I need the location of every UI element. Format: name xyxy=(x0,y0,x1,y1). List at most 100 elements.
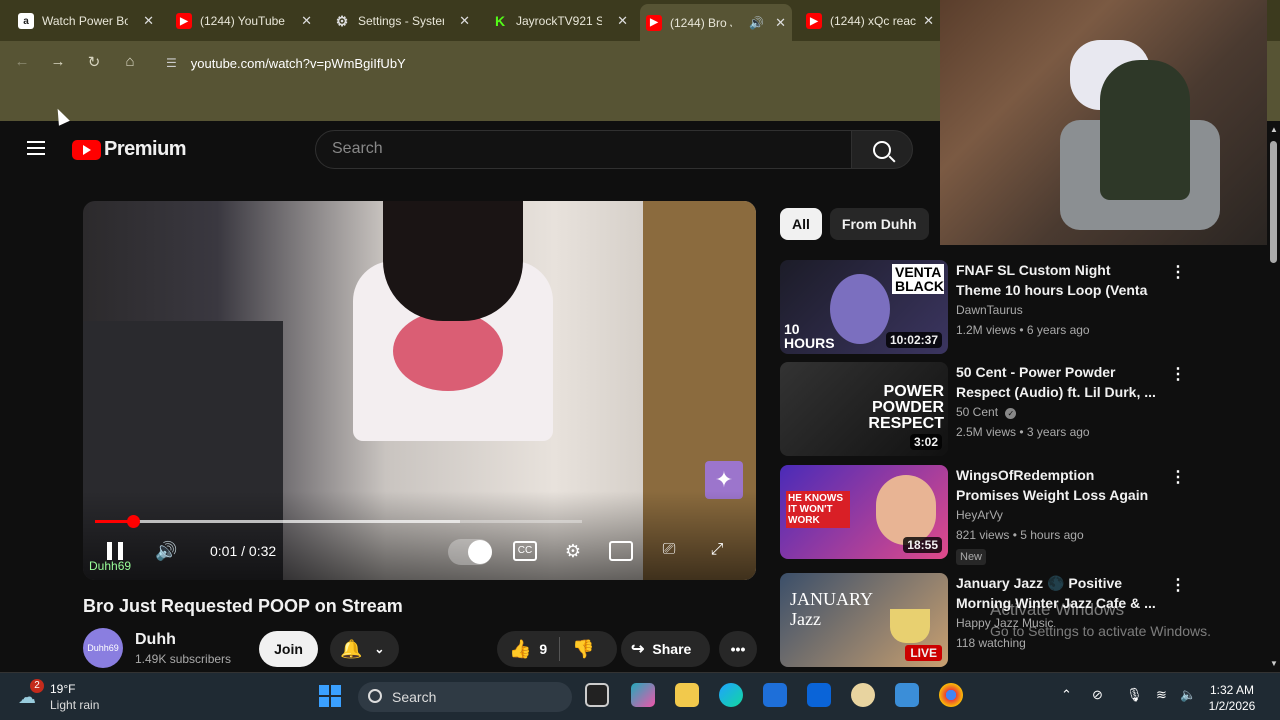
verified-icon: ✓ xyxy=(1005,408,1017,419)
forward-arrow-icon[interactable]: → xyxy=(46,53,70,73)
tab-title: Settings - Syster xyxy=(358,14,444,28)
recommendation-channel[interactable]: HeyArVy xyxy=(956,508,1003,522)
network-off-icon[interactable]: ⊘ xyxy=(1092,687,1103,703)
tab-youtube[interactable]: ▶ (1244) YouTube ✕ xyxy=(170,7,318,35)
microphone-icon[interactable]: 🎙 xyxy=(1126,687,1143,703)
outlook-icon[interactable] xyxy=(807,683,831,707)
tab-settings[interactable]: ⚙ Settings - Syster ✕ xyxy=(328,7,476,35)
close-icon[interactable]: ✕ xyxy=(923,13,934,29)
volume-icon[interactable]: 🔈 xyxy=(1180,687,1196,703)
pause-icon[interactable] xyxy=(107,542,123,560)
controls-gradient xyxy=(83,491,756,580)
chip-all[interactable]: All xyxy=(780,208,822,240)
duration-badge: 18:55 xyxy=(903,537,942,553)
thumbs-down-icon[interactable]: 👎 xyxy=(572,639,594,660)
wifi-icon[interactable]: ≋ xyxy=(1156,687,1167,703)
close-icon[interactable]: ✕ xyxy=(459,13,470,29)
cast-icon[interactable]: ⎚ xyxy=(657,541,681,561)
recommendation-title[interactable]: WingsOfRedemption Promises Weight Loss A… xyxy=(956,465,1156,505)
gear-icon: ⚙ xyxy=(335,12,349,29)
app-icon[interactable] xyxy=(895,683,919,707)
recommendation-title[interactable]: 50 Cent - Power Powder Respect (Audio) f… xyxy=(956,362,1156,402)
channel-name[interactable]: Duhh xyxy=(135,631,176,649)
recommendation-item[interactable]: HE KNOWS IT WON'T WORK 18:55 WingsOfRede… xyxy=(780,465,1186,565)
recommendation-channel[interactable]: 50 Cent ✓ xyxy=(956,405,1017,419)
fullscreen-icon[interactable]: ⤢ xyxy=(705,541,729,561)
recommendation-meta: 1.2M views • 6 years ago xyxy=(956,323,1090,337)
video-thumbnail[interactable]: VENTA BLACK 10 HOURS 10:02:37 xyxy=(780,260,948,354)
video-player[interactable]: ✦ 🔊 0:01 / 0:32 CC ⚙ ⎚ ⤢ Duhh69 xyxy=(83,201,756,580)
kebab-menu-icon[interactable]: ⋮ xyxy=(1170,467,1186,487)
scroll-down-icon[interactable]: ▼ xyxy=(1270,659,1278,668)
url-bar[interactable]: ☰ youtube.com/watch?v=pWmBgiIfUbY xyxy=(158,49,938,77)
youtube-premium-logo[interactable]: Premium xyxy=(72,138,187,161)
captions-icon[interactable]: CC xyxy=(513,541,537,561)
video-thumbnail[interactable]: POWER POWDER RESPECT 3:02 xyxy=(780,362,948,456)
chrome-icon[interactable] xyxy=(939,683,963,707)
theater-mode-icon[interactable] xyxy=(609,541,633,561)
weather-widget[interactable]: ☁ 2 19°F Light rain xyxy=(18,679,128,713)
recommendation-meta: 821 views • 5 hours ago xyxy=(956,528,1084,542)
scrollbar-thumb[interactable] xyxy=(1270,141,1277,263)
tab-xqc[interactable]: ▶ (1244) xQc react ✕ xyxy=(800,7,940,35)
recommendation-item[interactable]: VENTA BLACK 10 HOURS 10:02:37 FNAF SL Cu… xyxy=(780,260,1186,360)
scrubber-handle[interactable] xyxy=(127,515,140,528)
recommendation-channel[interactable]: DawnTaurus xyxy=(956,303,1023,317)
video-thumbnail[interactable]: HE KNOWS IT WON'T WORK 18:55 xyxy=(780,465,948,559)
chip-from-duhh[interactable]: From Duhh xyxy=(829,208,929,240)
chevron-up-icon[interactable]: ⌃ xyxy=(1061,687,1072,703)
kebab-menu-icon[interactable]: ⋮ xyxy=(1170,262,1186,282)
system-clock[interactable]: 1:32 AM 1/2/2026 xyxy=(1202,682,1262,714)
channel-avatar[interactable]: Duhh69 xyxy=(83,628,123,668)
amazon-icon: a xyxy=(18,13,34,29)
youtube-logo-icon xyxy=(72,139,101,160)
home-icon[interactable]: ⌂ xyxy=(118,53,142,73)
taskbar-search[interactable]: Search xyxy=(358,682,572,712)
like-dislike-group: 👍 9 👎 xyxy=(497,631,617,667)
reload-icon[interactable]: ↻ xyxy=(82,53,106,73)
close-icon[interactable]: ✕ xyxy=(143,13,154,29)
recommendation-title[interactable]: FNAF SL Custom Night Theme 10 hours Loop… xyxy=(956,260,1156,300)
search-button[interactable] xyxy=(851,130,913,169)
file-explorer-icon[interactable] xyxy=(675,683,699,707)
edge-icon[interactable] xyxy=(719,683,743,707)
speaker-icon[interactable]: 🔊 xyxy=(749,16,764,30)
store-icon[interactable] xyxy=(763,683,787,707)
more-actions-icon[interactable]: ••• xyxy=(719,631,757,667)
kebab-menu-icon[interactable]: ⋮ xyxy=(1170,575,1186,595)
settings-gear-icon[interactable]: ⚙ xyxy=(561,541,585,561)
thumb-text: VENTA BLACK xyxy=(892,264,944,294)
thumbs-up-icon[interactable]: 👍 xyxy=(509,639,531,660)
close-icon[interactable]: ✕ xyxy=(617,13,628,29)
scroll-up-icon[interactable]: ▲ xyxy=(1270,125,1278,134)
tab-bro-just[interactable]: ▶ (1244) Bro Ju 🔊 ✕ xyxy=(640,4,792,41)
weather-condition: Light rain xyxy=(50,698,100,712)
back-arrow-icon[interactable]: ← xyxy=(10,53,34,73)
windows-start-icon[interactable] xyxy=(319,685,341,707)
share-button[interactable]: ↪ Share xyxy=(621,631,710,667)
tab-kick[interactable]: K JayrockTV921 S ✕ xyxy=(486,7,634,35)
m365-icon[interactable] xyxy=(631,683,655,707)
notification-bell-button[interactable]: 🔔 ⌄ xyxy=(330,631,399,667)
bell-icon: 🔔 xyxy=(340,638,363,659)
search-input[interactable]: Search xyxy=(315,130,852,169)
recommendation-item[interactable]: POWER POWDER RESPECT 3:02 50 Cent - Powe… xyxy=(780,362,1186,462)
join-button[interactable]: Join xyxy=(259,631,318,667)
youtube-icon: ▶ xyxy=(646,14,662,31)
autoplay-toggle[interactable] xyxy=(448,539,492,565)
tab-watch-power[interactable]: a Watch Power Bo ✕ xyxy=(12,7,160,35)
close-icon[interactable]: ✕ xyxy=(301,13,312,29)
channel-label: 50 Cent xyxy=(956,405,999,419)
app-icon[interactable] xyxy=(851,683,875,707)
webcam-overlay xyxy=(940,0,1267,245)
tab-title: (1244) Bro Ju xyxy=(670,15,732,30)
hamburger-menu-icon[interactable] xyxy=(27,141,45,155)
task-view-icon[interactable] xyxy=(585,683,609,707)
close-icon[interactable]: ✕ xyxy=(775,15,786,31)
video-thumbnail[interactable]: JANUARY Jazz LIVE xyxy=(780,573,948,667)
kebab-menu-icon[interactable]: ⋮ xyxy=(1170,364,1186,384)
youtube-header: Premium Search xyxy=(0,121,940,177)
site-info-icon[interactable]: ☰ xyxy=(166,56,177,70)
volume-icon[interactable]: 🔊 xyxy=(155,541,177,562)
page-scrollbar[interactable]: ▲ ▼ xyxy=(1267,121,1280,672)
